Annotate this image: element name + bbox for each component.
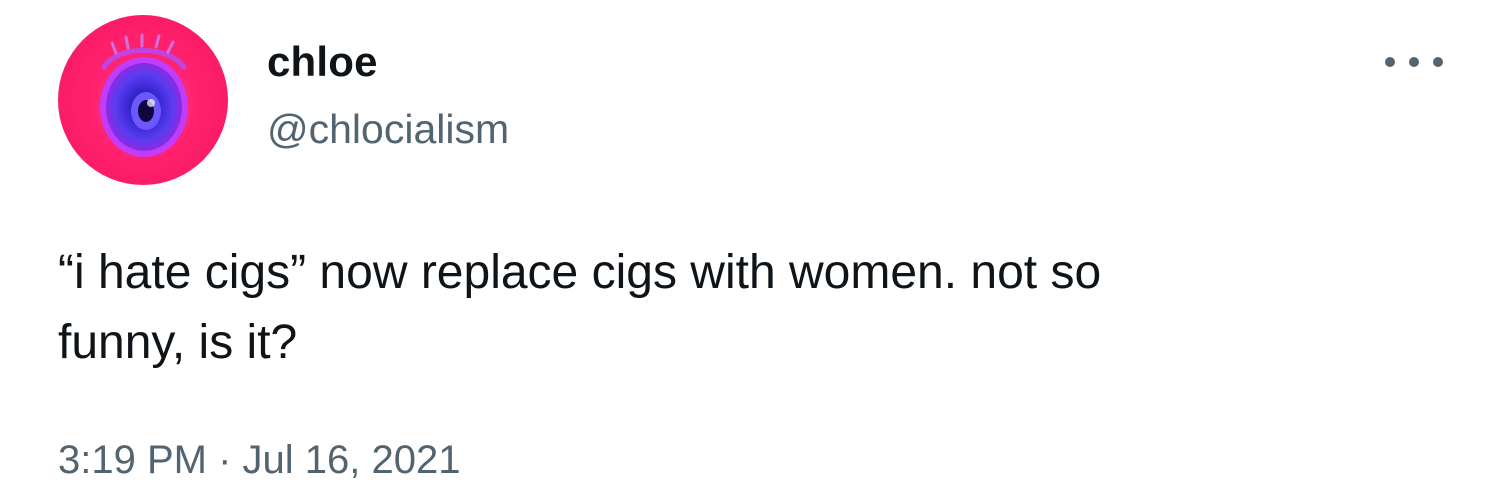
more-icon-dot	[1409, 57, 1419, 67]
tweet-timestamp[interactable]: 3:19 PM · Jul 16, 2021	[58, 436, 460, 484]
eye-avatar-icon	[82, 33, 206, 165]
more-icon-dot	[1433, 57, 1443, 67]
user-handle[interactable]: @chlocialism	[267, 105, 509, 153]
tweet-text: “i hate cigs” now replace cigs with wome…	[58, 246, 1102, 369]
tweet-card: chloe @chlocialism “i hate cigs” now rep…	[0, 0, 1500, 499]
display-name[interactable]: chloe	[267, 38, 378, 86]
more-icon	[1385, 57, 1395, 67]
more-options-button[interactable]	[1383, 48, 1445, 76]
avatar[interactable]	[58, 15, 228, 185]
